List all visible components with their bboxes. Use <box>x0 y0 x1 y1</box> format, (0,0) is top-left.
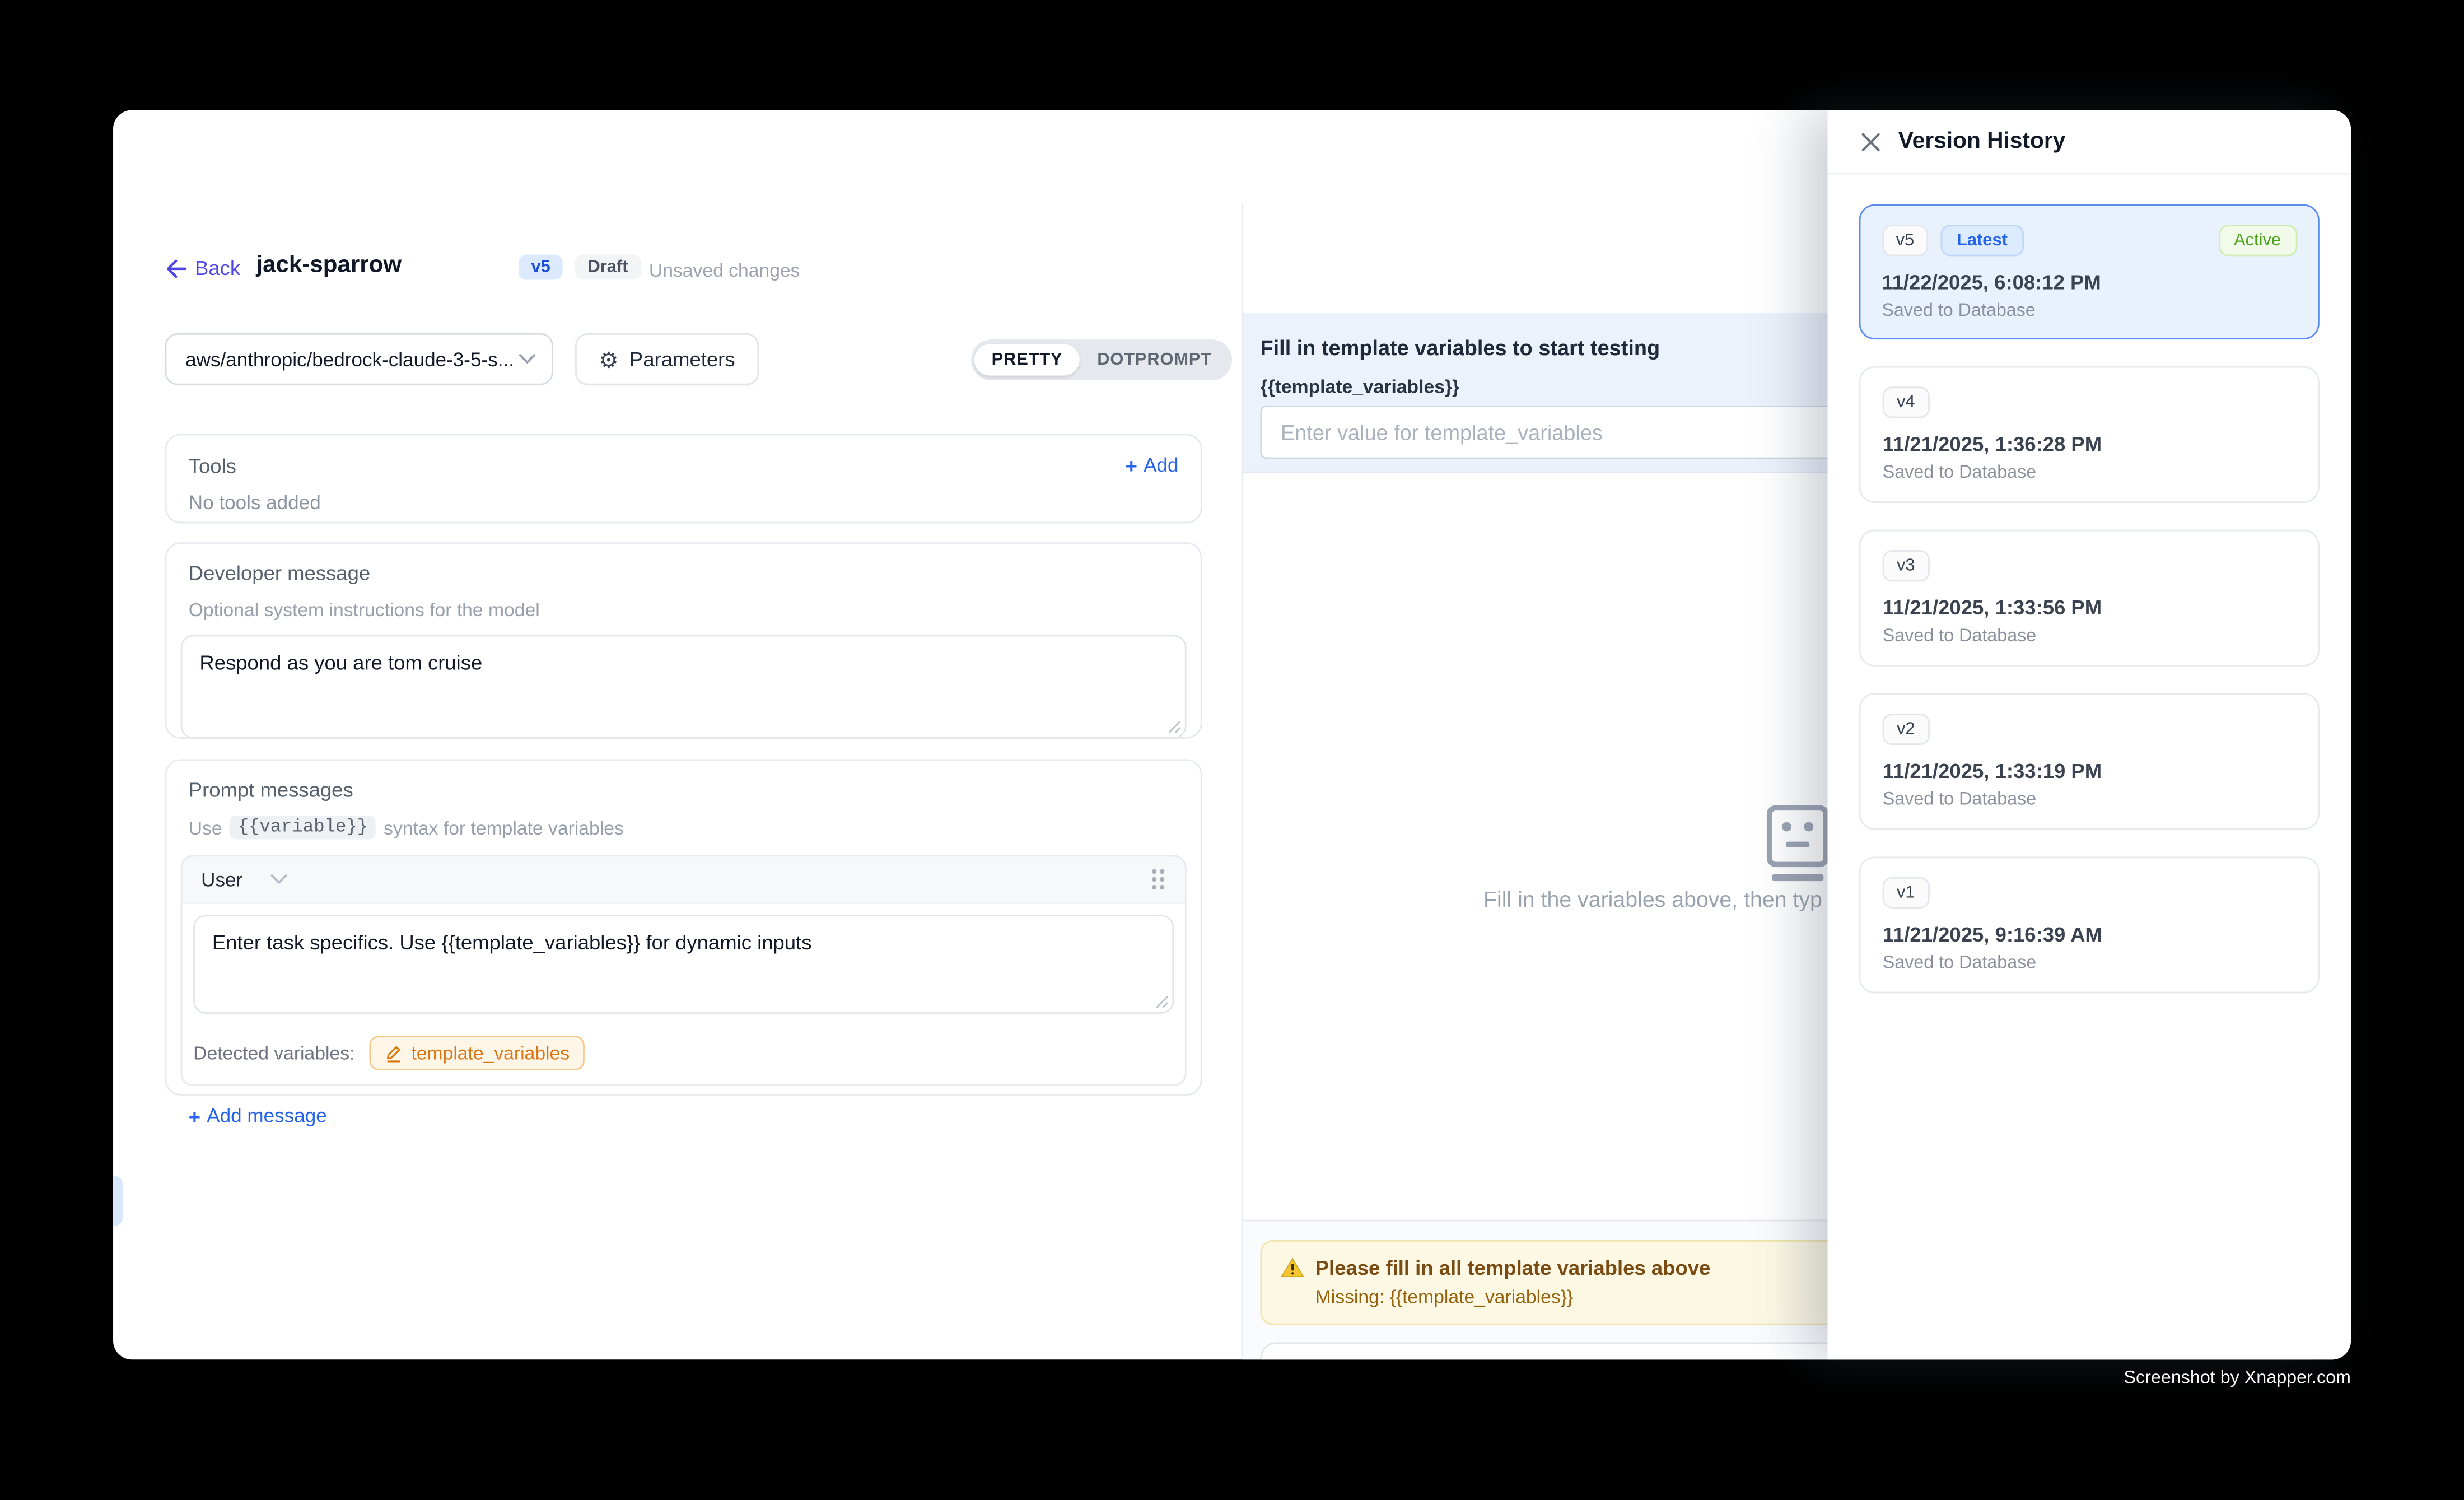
version-timestamp: 11/21/2025, 9:16:39 AM <box>1883 923 2296 946</box>
bot-face-icon <box>1762 803 1834 885</box>
plus-icon: + <box>189 1106 200 1126</box>
chevron-down-icon <box>519 353 536 365</box>
parameters-button[interactable]: ⚙ Parameters <box>575 333 759 385</box>
tools-label: Tools <box>189 454 236 478</box>
add-message-label: Add message <box>207 1105 326 1127</box>
close-drawer-button[interactable] <box>1859 131 1881 152</box>
version-id-badge: v2 <box>1883 714 1929 745</box>
developer-message-card: Developer message Optional system instru… <box>165 542 1202 739</box>
prompt-messages-label: Prompt messages <box>189 778 1187 802</box>
draft-status-badge: Draft <box>575 255 641 280</box>
version-card-v1[interactable]: v1 11/21/2025, 9:16:39 AM Saved to Datab… <box>1859 856 2320 993</box>
add-tool-button[interactable]: + Add <box>1126 454 1179 476</box>
tab-pretty[interactable]: PRETTY <box>974 344 1080 376</box>
detected-variables-label: Detected variables: <box>193 1042 354 1064</box>
version-history-title: Version History <box>1898 129 2066 154</box>
version-card-v2[interactable]: v2 11/21/2025, 1:33:19 PM Saved to Datab… <box>1859 693 2320 830</box>
variable-syntax-chip: {{variable}} <box>230 816 376 839</box>
window-edge-handle[interactable] <box>113 1176 123 1226</box>
chevron-down-icon <box>271 874 288 885</box>
version-id-badge: v1 <box>1883 877 1929 909</box>
tools-empty-text: No tools added <box>189 492 1179 514</box>
prompt-message-block: User Enter task specifics. Use {{templat… <box>181 855 1187 1086</box>
version-storage: Saved to Database <box>1883 790 2296 809</box>
gear-icon: ⚙ <box>599 348 618 370</box>
pencil-icon <box>385 1044 402 1063</box>
message-content-input[interactable]: Enter task specifics. Use {{template_var… <box>193 915 1174 1014</box>
detected-variables-row: Detected variables: template_variables <box>183 1025 1185 1085</box>
version-storage: Saved to Database <box>1883 954 2296 973</box>
back-button[interactable]: Back <box>165 256 240 279</box>
model-select-value: aws/anthropic/bedrock-claude-3-5-s... <box>185 348 519 370</box>
version-timestamp: 11/21/2025, 1:36:28 PM <box>1883 432 2296 456</box>
empty-state-text: Fill in the variables above, then typ <box>1483 887 1822 912</box>
version-card-v4[interactable]: v4 11/21/2025, 1:36:28 PM Saved to Datab… <box>1859 366 2320 503</box>
developer-message-label: Developer message <box>189 561 1187 585</box>
version-storage: Saved to Database <box>1883 464 2296 483</box>
view-mode-toggle: PRETTY DOTPROMPT <box>971 339 1232 380</box>
back-label: Back <box>195 256 240 279</box>
unsaved-changes-label: Unsaved changes <box>649 259 800 281</box>
version-timestamp: 11/21/2025, 1:33:19 PM <box>1883 759 2296 782</box>
arrow-left-icon <box>165 259 187 278</box>
version-id-badge: v3 <box>1883 550 1929 581</box>
message-role-value: User <box>201 868 242 890</box>
latest-badge: Latest <box>1941 224 2023 255</box>
model-select[interactable]: aws/anthropic/bedrock-claude-3-5-s... <box>165 333 553 385</box>
parameters-label: Parameters <box>629 347 735 371</box>
developer-message-input[interactable]: Respond as you are tom cruise <box>181 635 1187 739</box>
version-timestamp: 11/21/2025, 1:33:56 PM <box>1883 596 2296 619</box>
version-id-badge: v5 <box>1882 224 1928 255</box>
resize-grip-icon[interactable] <box>1155 995 1169 1009</box>
version-storage: Saved to Database <box>1882 301 2297 320</box>
version-timestamp: 11/22/2025, 6:08:12 PM <box>1882 269 2297 293</box>
template-variable-name: template_variables <box>411 1042 570 1064</box>
page-title: jack-sparrow <box>256 251 402 278</box>
version-list: v5 Latest Active 11/22/2025, 6:08:12 PM … <box>1828 174 2351 993</box>
version-card-v3[interactable]: v3 11/21/2025, 1:33:56 PM Saved to Datab… <box>1859 530 2320 667</box>
resize-grip-icon[interactable] <box>1168 720 1182 734</box>
version-badge: v5 <box>519 255 563 280</box>
version-id-badge: v4 <box>1883 386 1929 418</box>
message-header: User <box>183 856 1185 903</box>
add-tool-label: Add <box>1144 454 1178 476</box>
warning-triangle-icon <box>1281 1257 1304 1278</box>
template-variable-chip[interactable]: template_variables <box>369 1036 585 1070</box>
hint-prefix: Use <box>189 817 222 838</box>
version-card-v5[interactable]: v5 Latest Active 11/22/2025, 6:08:12 PM … <box>1859 204 2320 339</box>
tools-card: Tools + Add No tools added <box>165 434 1202 523</box>
hint-suffix: syntax for template variables <box>384 817 624 838</box>
active-badge: Active <box>2218 224 2297 255</box>
warning-title: Please fill in all template variables ab… <box>1315 1256 1711 1279</box>
message-role-select[interactable]: User <box>201 868 288 890</box>
add-message-button[interactable]: + Add message <box>189 1105 327 1127</box>
version-history-drawer: Version History v5 Latest Active 11/22/2… <box>1828 110 2351 1359</box>
tab-dotprompt[interactable]: DOTPROMPT <box>1080 344 1229 376</box>
plus-icon: + <box>1126 455 1137 475</box>
developer-message-hint: Optional system instructions for the mod… <box>189 599 1187 621</box>
close-icon <box>1860 131 1880 151</box>
watermark-text: Screenshot by Xnapper.com <box>2124 1369 2351 1388</box>
prompt-messages-card: Prompt messages Use {{variable}} syntax … <box>165 759 1202 1096</box>
prompt-messages-hint: Use {{variable}} syntax for template var… <box>189 816 1187 839</box>
drag-handle-icon[interactable] <box>1152 868 1166 890</box>
version-storage: Saved to Database <box>1883 627 2296 646</box>
version-history-header: Version History <box>1828 110 2351 174</box>
screenshot-stage: Back jack-sparrow v5 Draft Unsaved chang… <box>0 0 2464 1499</box>
